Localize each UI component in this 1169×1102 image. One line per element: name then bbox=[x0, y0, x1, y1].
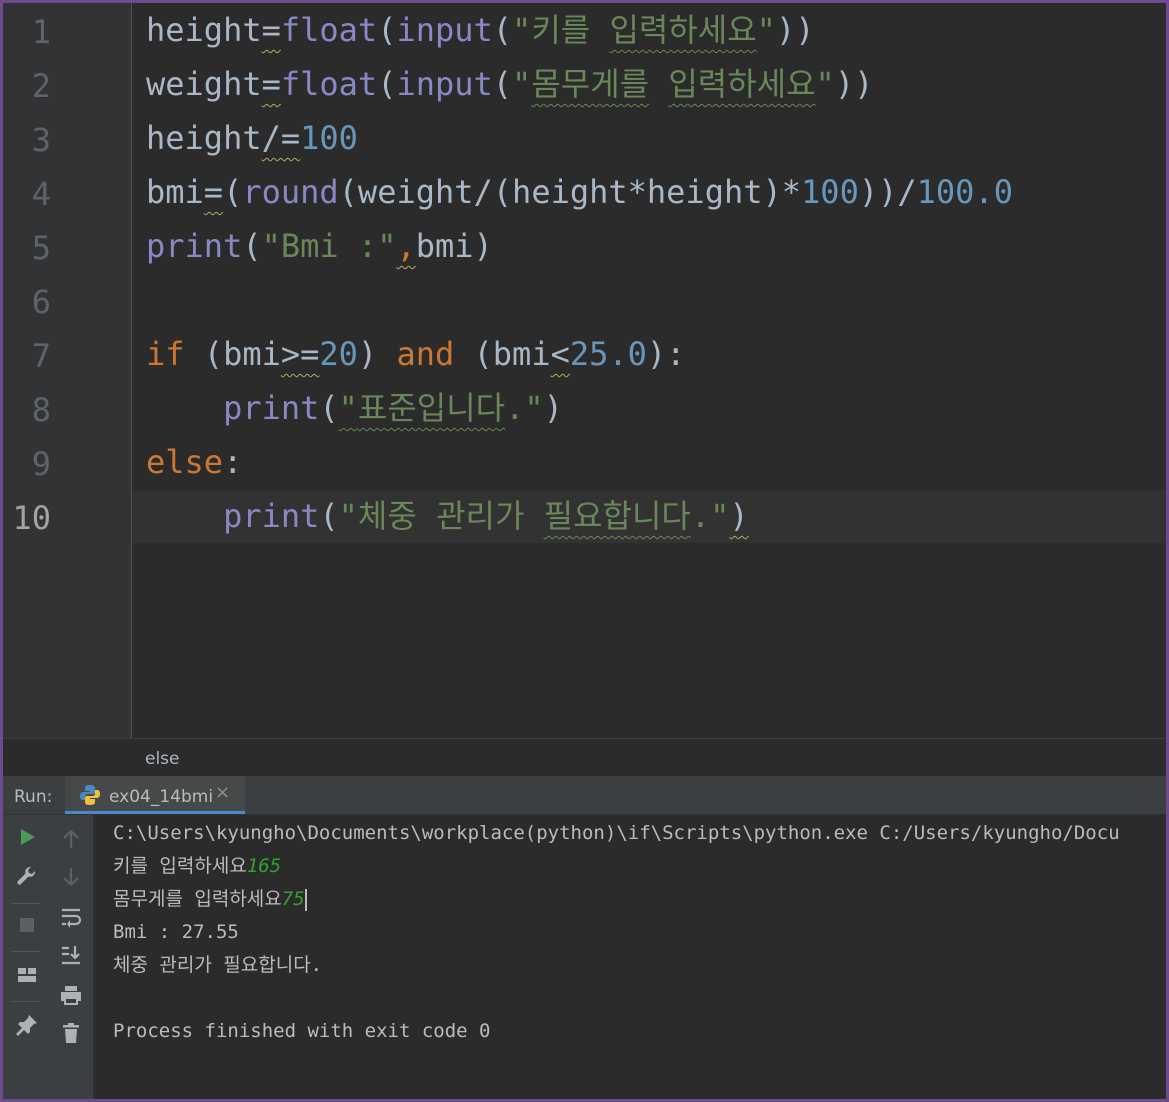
pin-icon[interactable] bbox=[15, 1013, 39, 1037]
code-line-8[interactable]: print("표준입니다.") bbox=[146, 381, 563, 435]
prompt-text: 키를 입력하세요 bbox=[113, 855, 247, 877]
stop-icon[interactable] bbox=[15, 913, 39, 937]
line-number-current: 10 bbox=[12, 499, 51, 537]
toolbar-divider bbox=[11, 1001, 41, 1002]
console-output-bmi: Bmi : 27.55 bbox=[113, 921, 239, 943]
tab-run-config[interactable]: ex04_14bmi × bbox=[65, 776, 245, 814]
toolbar-divider bbox=[11, 903, 41, 904]
line-number: 3 bbox=[31, 121, 51, 159]
code-line-2[interactable]: weight=float(input("몸무게를 입력하세요")) bbox=[146, 57, 873, 111]
console-prompt-height: 키를 입력하세요165 bbox=[113, 850, 281, 883]
code-line-1[interactable]: height=float(input("키를 입력하세요")) bbox=[146, 3, 814, 57]
code-line-9[interactable]: else: bbox=[146, 435, 242, 489]
layout-icon[interactable] bbox=[15, 963, 39, 987]
python-icon bbox=[80, 785, 100, 805]
run-tool-window-header: Run: ex04_14bmi × bbox=[3, 776, 1166, 815]
prompt-text: 몸무게를 입력하세요 bbox=[113, 888, 282, 910]
run-label: Run: bbox=[14, 787, 53, 807]
breadcrumb[interactable]: else bbox=[145, 749, 180, 769]
line-number: 9 bbox=[31, 445, 51, 483]
text-caret bbox=[304, 888, 307, 911]
scroll-to-end-icon[interactable] bbox=[59, 943, 83, 967]
gutter-divider bbox=[131, 3, 132, 738]
code-line-4[interactable]: bmi=(round(weight/(height*height)*100))/… bbox=[146, 165, 1013, 219]
user-input-height: 165 bbox=[246, 855, 282, 877]
up-arrow-icon[interactable] bbox=[59, 827, 83, 851]
down-arrow-icon[interactable] bbox=[59, 865, 83, 889]
code-line-10[interactable]: print("체중 관리가 필요합니다.") bbox=[146, 489, 749, 543]
code-line-3[interactable]: height/=100 bbox=[146, 111, 358, 165]
wrench-icon[interactable] bbox=[15, 865, 39, 889]
line-number: 8 bbox=[31, 391, 51, 429]
line-number: 6 bbox=[31, 283, 51, 321]
trash-icon[interactable] bbox=[59, 1021, 83, 1045]
code-editor[interactable]: 1 2 3 4 5 6 7 8 9 10 height=float(input(… bbox=[3, 3, 1166, 738]
code-line-7[interactable]: if (bmi>=20) and (bmi<25.0): bbox=[146, 327, 685, 381]
console-exit-message: Process finished with exit code 0 bbox=[113, 1020, 491, 1042]
console-prompt-weight: 몸무게를 입력하세요75 bbox=[113, 883, 307, 916]
run-toolbar-primary bbox=[3, 815, 49, 1099]
ide-window: 1 2 3 4 5 6 7 8 9 10 height=float(input(… bbox=[0, 0, 1169, 1102]
line-number: 7 bbox=[31, 337, 51, 375]
line-number: 1 bbox=[31, 13, 51, 51]
line-number: 2 bbox=[31, 67, 51, 105]
tab-label: ex04_14bmi bbox=[109, 787, 214, 807]
console-output-message: 체중 관리가 필요합니다. bbox=[113, 954, 323, 976]
code-line-5[interactable]: print("Bmi :",bmi) bbox=[146, 219, 493, 273]
print-icon[interactable] bbox=[59, 983, 83, 1007]
breadcrumb-bar: else bbox=[3, 738, 1166, 777]
user-input-weight: 75 bbox=[281, 888, 305, 910]
toolbar-divider bbox=[11, 951, 41, 952]
line-number: 4 bbox=[31, 175, 51, 213]
run-toolbar-secondary bbox=[49, 815, 94, 1099]
console-command-line: C:\Users\kyungho\Documents\workplace(pyt… bbox=[113, 822, 1120, 844]
soft-wrap-icon[interactable] bbox=[59, 905, 83, 929]
rerun-icon[interactable] bbox=[15, 825, 39, 849]
run-console[interactable]: C:\Users\kyungho\Documents\workplace(pyt… bbox=[94, 815, 1166, 1099]
line-number: 5 bbox=[31, 229, 51, 267]
close-icon[interactable]: × bbox=[215, 782, 230, 803]
